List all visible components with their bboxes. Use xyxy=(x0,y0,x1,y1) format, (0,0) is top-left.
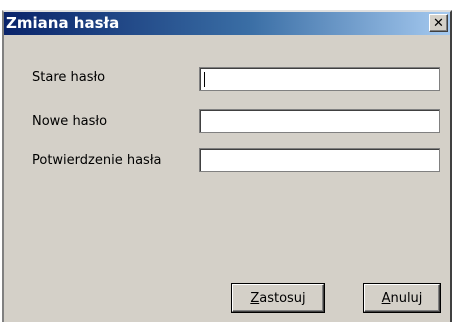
cancel-button[interactable]: Anuluj xyxy=(364,284,440,312)
password-change-dialog: Zmiana hasła ✕ Stare hasło Nowe hasło Po… xyxy=(2,10,452,322)
apply-button[interactable]: Zastosuj xyxy=(232,284,324,312)
apply-label-rest: astosuj xyxy=(259,290,306,306)
apply-button-label: Zastosuj xyxy=(250,291,305,306)
close-icon: ✕ xyxy=(433,15,444,31)
title-bar[interactable]: Zmiana hasła ✕ xyxy=(4,12,450,35)
old-password-label: Stare hasło xyxy=(32,70,106,85)
new-password-field[interactable] xyxy=(199,109,440,133)
text-caret xyxy=(204,72,205,87)
old-password-field[interactable] xyxy=(199,67,440,91)
cancel-label-rest: nuluj xyxy=(390,290,423,306)
cancel-button-label: Anuluj xyxy=(382,291,423,306)
apply-mnemonic: Z xyxy=(250,290,260,306)
close-button[interactable]: ✕ xyxy=(429,14,448,32)
confirm-password-label: Potwierdzenie hasła xyxy=(32,153,162,168)
new-password-label: Nowe hasło xyxy=(32,114,108,129)
dialog-title: Zmiana hasła xyxy=(6,14,120,32)
confirm-password-field[interactable] xyxy=(199,148,440,172)
